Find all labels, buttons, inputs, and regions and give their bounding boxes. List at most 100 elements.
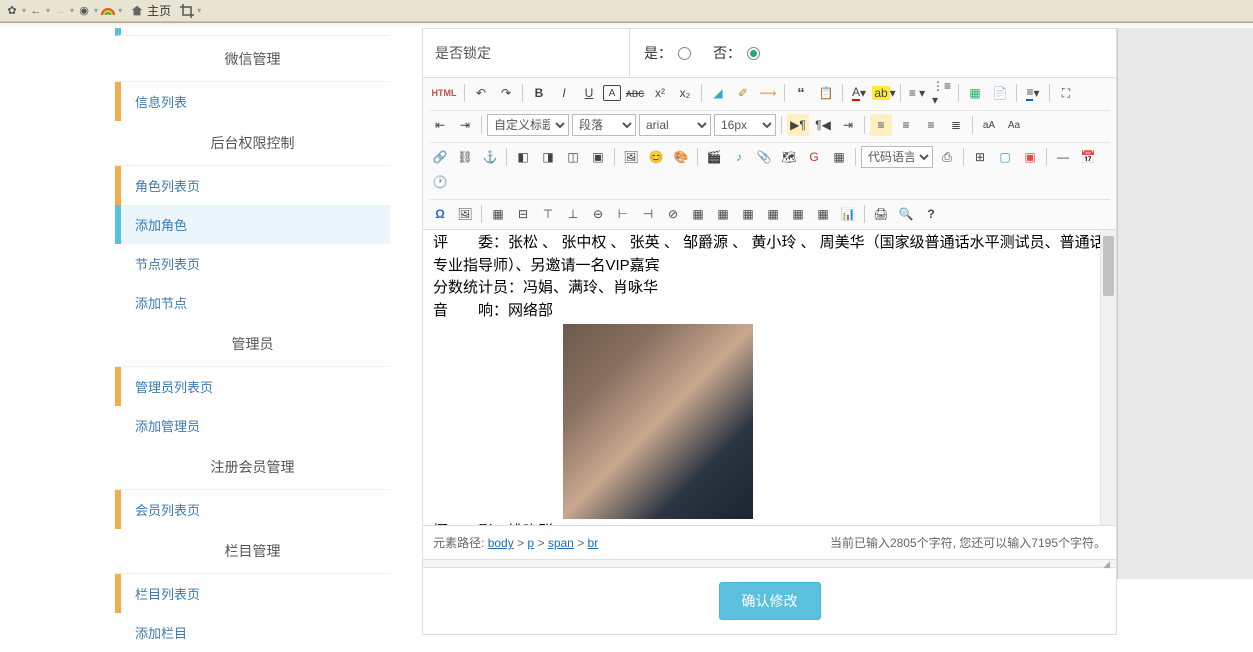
back-icon[interactable]: ← bbox=[28, 3, 44, 19]
fullscreen-icon[interactable]: ⛶ bbox=[1055, 82, 1077, 104]
pagebreak-icon[interactable]: ⎙ bbox=[936, 146, 958, 168]
row-after-icon[interactable]: ⊥ bbox=[562, 203, 584, 225]
gmap-icon[interactable]: G bbox=[803, 146, 825, 168]
forward-icon[interactable]: → bbox=[52, 3, 68, 19]
link-icon[interactable]: 🔗 bbox=[429, 146, 451, 168]
unordered-list-icon[interactable]: ⋮≡ ▾ bbox=[931, 82, 953, 104]
fontsize-select[interactable]: 16px bbox=[714, 114, 776, 136]
content-line[interactable]: 音 响：网络部 bbox=[433, 300, 1106, 323]
table-icon[interactable]: ▦ bbox=[487, 203, 509, 225]
redo-icon[interactable]: ↷ bbox=[495, 82, 517, 104]
img-none-icon[interactable]: ▣ bbox=[587, 146, 609, 168]
path-p[interactable]: p bbox=[527, 536, 534, 550]
scrollbar[interactable] bbox=[1100, 230, 1116, 525]
backcolor-icon[interactable]: ab ▾ bbox=[873, 82, 895, 104]
indent-icon[interactable]: ⇤ bbox=[429, 114, 451, 136]
unlink-icon[interactable]: ⛓ bbox=[454, 146, 476, 168]
img-center-icon[interactable]: ◫ bbox=[562, 146, 584, 168]
autotype-icon[interactable]: ⟿ bbox=[757, 82, 779, 104]
editor-body[interactable]: 评 委：张松 、 张中权 、 张英 、 邹爵源 、 黄小玲 、 周美华（国家级普… bbox=[423, 230, 1116, 525]
sidebar-item[interactable]: 添加角色 bbox=[115, 205, 390, 244]
pasteplain-icon[interactable]: 📋 bbox=[815, 82, 837, 104]
merge-down-icon[interactable]: ▦ bbox=[737, 203, 759, 225]
sidebar-item[interactable]: 管理员列表页 bbox=[115, 367, 390, 406]
img-right-icon[interactable]: ◨ bbox=[537, 146, 559, 168]
col-after-icon[interactable]: ⊣ bbox=[637, 203, 659, 225]
favorite-icon[interactable]: ✿ bbox=[4, 3, 20, 19]
forecolor-icon[interactable]: A ▾ bbox=[848, 82, 870, 104]
snapscreen-icon[interactable]: ▣ bbox=[1019, 146, 1041, 168]
strike-icon[interactable]: ᴀʙᴄ bbox=[624, 82, 646, 104]
emotion-icon[interactable]: 😊 bbox=[645, 146, 667, 168]
map-icon[interactable]: 🗺 bbox=[778, 146, 800, 168]
home-button[interactable]: 主页 bbox=[124, 2, 177, 19]
table-del-icon[interactable]: ⊟ bbox=[512, 203, 534, 225]
sidebar-item[interactable]: 栏目列表页 bbox=[115, 574, 390, 613]
spechar-icon[interactable]: Ω bbox=[429, 203, 451, 225]
tolowercase-icon[interactable]: Aa bbox=[1003, 114, 1025, 136]
path-body[interactable]: body bbox=[488, 536, 514, 550]
split-cells-icon[interactable]: ▦ bbox=[762, 203, 784, 225]
ltr-icon[interactable]: ▶¶ bbox=[787, 114, 809, 136]
path-span[interactable]: span bbox=[548, 536, 574, 550]
search-icon[interactable]: 🔍 bbox=[895, 203, 917, 225]
rtl-icon[interactable]: ¶◀ bbox=[812, 114, 834, 136]
row-before-icon[interactable]: ⊤ bbox=[537, 203, 559, 225]
align-center-icon[interactable]: ≡ bbox=[895, 114, 917, 136]
scrawl-icon[interactable]: 🎨 bbox=[670, 146, 692, 168]
webapp-icon[interactable]: ▦ bbox=[828, 146, 850, 168]
radio-yes[interactable] bbox=[678, 47, 691, 60]
merge-cells-icon[interactable]: ▦ bbox=[687, 203, 709, 225]
sidebar-item[interactable]: 添加节点 bbox=[115, 283, 390, 322]
blockquote-icon[interactable]: “ bbox=[790, 82, 812, 104]
background-icon[interactable]: ▢ bbox=[994, 146, 1016, 168]
content-image[interactable] bbox=[563, 324, 753, 519]
superscript-icon[interactable]: x² bbox=[649, 82, 671, 104]
hr-icon[interactable]: — bbox=[1052, 146, 1074, 168]
col-before-icon[interactable]: ⊢ bbox=[612, 203, 634, 225]
indent2-icon[interactable]: ⇥ bbox=[837, 114, 859, 136]
content-line[interactable]: 评 委：张松 、 张中权 、 张英 、 邹爵源 、 黄小玲 、 周美华（国家级普… bbox=[433, 232, 1106, 277]
paragraph-select[interactable]: 段落 bbox=[572, 114, 636, 136]
content-line[interactable]: 摄 影：姚晓群 bbox=[433, 521, 1106, 525]
select-all-icon[interactable]: ▦ bbox=[964, 82, 986, 104]
img-left-icon[interactable]: ◧ bbox=[512, 146, 534, 168]
align-left-icon[interactable]: ≡ bbox=[870, 114, 892, 136]
touppercase-icon[interactable]: aA bbox=[978, 114, 1000, 136]
content-line[interactable]: 分数统计员：冯娟、满玲、肖咏华 bbox=[433, 277, 1106, 300]
attachment-icon[interactable]: 📎 bbox=[753, 146, 775, 168]
sidebar-item[interactable]: 节点列表页 bbox=[115, 244, 390, 283]
template-icon[interactable]: ⊞ bbox=[969, 146, 991, 168]
chart-icon[interactable]: 📊 bbox=[837, 203, 859, 225]
time-icon[interactable]: 🕐 bbox=[429, 171, 451, 193]
sidebar-item[interactable]: 角色列表页 bbox=[115, 166, 390, 205]
sidebar-item[interactable]: 信息列表 bbox=[115, 82, 390, 121]
video-icon[interactable]: 🎬 bbox=[703, 146, 725, 168]
html-source-button[interactable]: HTML bbox=[429, 82, 459, 104]
sidebar-item[interactable]: 添加管理员 bbox=[115, 406, 390, 445]
align-justify-icon[interactable]: ≣ bbox=[945, 114, 967, 136]
radio-no[interactable] bbox=[747, 47, 760, 60]
anchor-icon[interactable]: ⚓ bbox=[479, 146, 501, 168]
undo-icon[interactable]: ↶ bbox=[470, 82, 492, 104]
italic-icon[interactable]: I bbox=[553, 82, 575, 104]
wordimage-icon[interactable]: 🖼 bbox=[454, 203, 476, 225]
path-br[interactable]: br bbox=[588, 536, 599, 550]
split-cols-icon[interactable]: ▦ bbox=[812, 203, 834, 225]
stop-icon[interactable]: ◉ bbox=[76, 3, 92, 19]
music-icon[interactable]: ♪ bbox=[728, 146, 750, 168]
align-right-icon[interactable]: ≡ bbox=[920, 114, 942, 136]
row-del-icon[interactable]: ⊖ bbox=[587, 203, 609, 225]
submit-button[interactable]: 确认修改 bbox=[719, 582, 821, 620]
sidebar-item[interactable]: 会员列表页 bbox=[115, 490, 390, 529]
ordered-list-icon[interactable]: ≡ ▾ bbox=[906, 82, 928, 104]
resize-handle[interactable]: ◢ bbox=[423, 559, 1116, 567]
lineheight-icon[interactable]: ≡ ▾ bbox=[1022, 82, 1044, 104]
format-brush-icon[interactable]: ✐ bbox=[732, 82, 754, 104]
clear-format-icon[interactable]: 📄 bbox=[989, 82, 1011, 104]
sidebar-item[interactable]: 添加栏目 bbox=[115, 613, 390, 652]
date-icon[interactable]: 📅 bbox=[1077, 146, 1099, 168]
merge-right-icon[interactable]: ▦ bbox=[712, 203, 734, 225]
fontfamily-select[interactable]: arial bbox=[639, 114, 711, 136]
split-rows-icon[interactable]: ▦ bbox=[787, 203, 809, 225]
